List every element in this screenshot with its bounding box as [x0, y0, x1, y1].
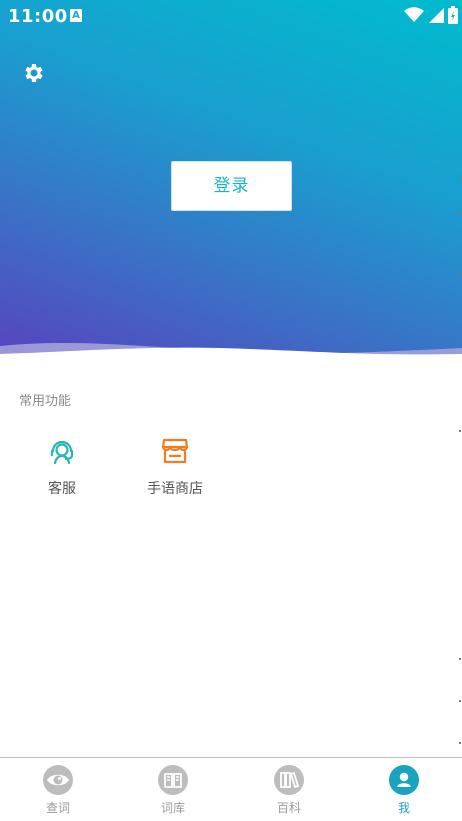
tab-encyclopedia[interactable]: 百科 [249, 765, 329, 816]
common-functions-title: 常用功能 [19, 394, 72, 409]
notification-icon: A [70, 9, 82, 22]
bottom-tab-bar: 查词 词库 百科 我 [0, 757, 462, 821]
sign-language-store-button[interactable]: 手语商店 [125, 436, 225, 498]
tab-me[interactable]: 我 [364, 765, 444, 816]
customer-service-icon [50, 440, 74, 465]
encyclopedia-icon [274, 765, 304, 795]
book-icon [158, 765, 188, 795]
customer-service-button[interactable]: 客服 [12, 436, 112, 498]
settings-button[interactable] [22, 61, 46, 85]
tab-dictionary[interactable]: 词库 [133, 765, 213, 816]
wifi-icon [404, 7, 424, 22]
tab-label: 百科 [276, 801, 301, 815]
gear-icon [25, 64, 43, 82]
status-time: 11:00 [8, 6, 68, 27]
customer-service-label: 客服 [48, 481, 76, 497]
login-button[interactable]: 登录 [171, 161, 292, 211]
tab-label: 查词 [45, 801, 70, 815]
tab-label: 词库 [160, 801, 185, 815]
eye-icon [43, 765, 73, 795]
person-icon [389, 765, 419, 795]
signal-icon [429, 8, 444, 23]
tab-search-word[interactable]: 查词 [18, 765, 98, 816]
status-icons [404, 6, 458, 24]
sign-language-store-label: 手语商店 [147, 481, 203, 497]
tab-label: 我 [397, 801, 410, 815]
profile-screen: 11:00 A 登录 常用功能 客服 手语商店 查词 词库 百科 我 [0, 0, 462, 821]
status-bar: 11:00 A [0, 0, 462, 32]
battery-icon [448, 6, 458, 24]
wave-divider [0, 343, 462, 380]
store-icon [161, 438, 189, 464]
